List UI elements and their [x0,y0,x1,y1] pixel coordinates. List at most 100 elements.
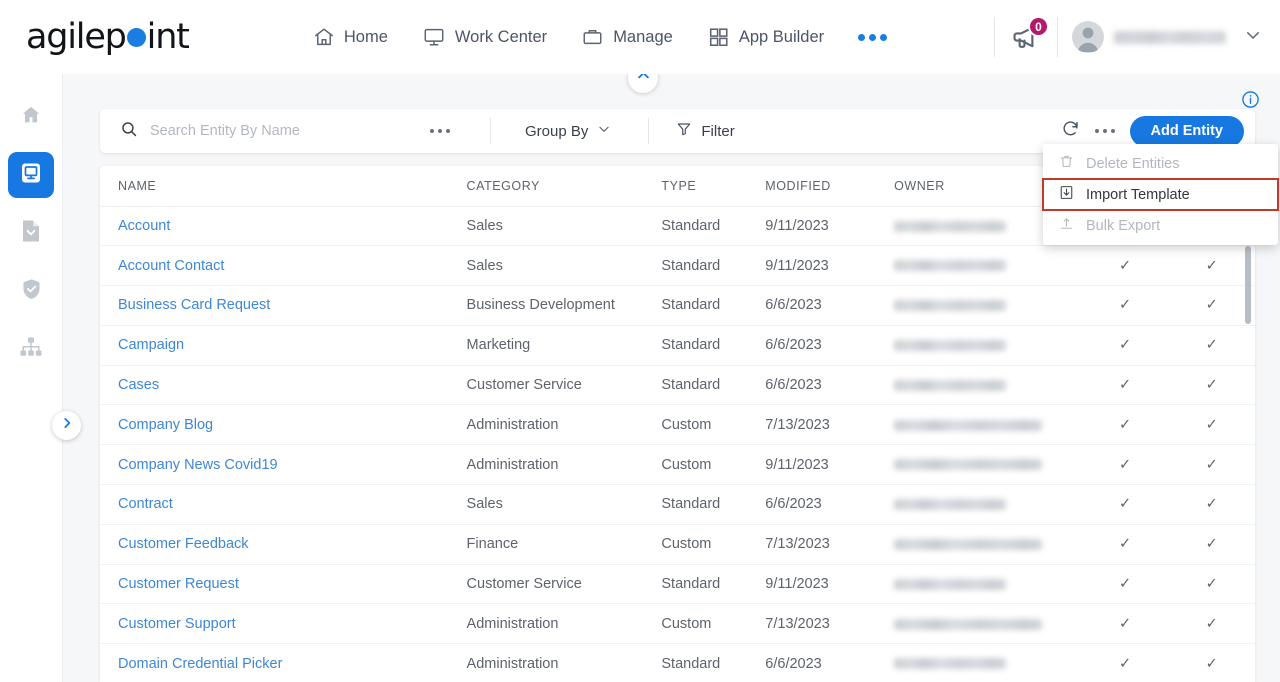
rail-item-org-chart[interactable] [8,326,54,372]
table-row[interactable]: Domain Credential Picker Administration St… [100,643,1255,682]
check-icon: ✓ [1118,297,1132,314]
cell-category: Administration [448,643,644,682]
table-row[interactable]: Company Blog Administration Custom 7/13/202… [100,404,1255,446]
table-row[interactable]: Company News Covid19 Administration Custom… [100,444,1255,486]
cell-type: Standard [643,206,748,247]
cell-flag-2: ✓ [1168,484,1255,525]
notifications-button[interactable]: 0 [1009,16,1049,54]
entity-link[interactable]: Contract [118,496,173,512]
column-header-modified[interactable]: MODIFIED [747,166,877,207]
cell-flag-2: ✓ [1168,325,1255,366]
rail-expand-button[interactable] [52,411,81,440]
group-by-button[interactable]: Group By [525,122,611,140]
check-icon: ✓ [1118,377,1132,394]
menu-label-import-template: Import Template [1086,186,1190,203]
rail-item-home[interactable] [8,94,54,140]
search-box[interactable] [100,120,430,143]
table-scrollbar[interactable] [1245,246,1251,324]
entity-link[interactable]: Customer Request [118,576,239,592]
table-row[interactable]: Cases Customer Service Standard 6/6/2023 ✓ ✓ [100,365,1255,406]
logo-dot-icon [126,28,146,47]
entity-link[interactable]: Domain Credential Picker [118,656,282,672]
nav-item-manage[interactable]: Manage [581,26,673,48]
entity-link[interactable]: Company Blog [118,417,213,433]
cell-name: Company News Covid19 [100,444,449,486]
cell-owner [876,603,1082,645]
menu-item-delete-entities[interactable]: Delete Entities [1043,148,1278,179]
table-row[interactable]: Business Card Request Business Developmen… [100,285,1255,326]
rail-item-forms[interactable] [8,210,54,256]
entity-link[interactable]: Customer Support [118,616,236,632]
table-row[interactable]: Customer Request Customer Service Standard… [100,564,1255,605]
entity-link[interactable]: Campaign [118,337,184,353]
filter-button[interactable]: Filter [676,121,735,141]
rail-item-work-center[interactable] [8,152,54,198]
table-row[interactable]: Account Contact Sales Standard 9/11/2023 ✓ ✓ [100,245,1255,287]
menu-label-delete-entities: Delete Entities [1086,155,1180,172]
column-header-name[interactable]: NAME [100,166,449,207]
entity-link[interactable]: Account Contact [118,258,224,274]
entity-link[interactable]: Account [118,218,170,234]
filter-icon [676,121,692,141]
dot-icon [858,33,866,41]
nav-item-home[interactable]: Home [313,26,388,48]
primary-nav: Home Work Center Manage App Builder [220,26,980,48]
cell-modified: 9/11/2023 [747,444,877,486]
more-actions-button[interactable] [1088,114,1122,148]
cell-type: Standard [643,643,748,682]
cell-flag-1: ✓ [1081,325,1169,366]
toolbar-actions: Add Entity [1054,114,1256,148]
column-header-type[interactable]: TYPE [643,166,748,207]
cell-owner [876,325,1082,366]
cell-category: Administration [448,603,644,645]
trash-icon [1059,154,1074,173]
divider [490,118,491,144]
rail-item-security[interactable] [8,268,54,314]
entity-link[interactable]: Cases [118,377,159,393]
cell-modified: 7/13/2023 [747,603,877,645]
table-row[interactable]: Customer Support Administration Custom 7/13… [100,603,1255,645]
menu-item-bulk-export[interactable]: Bulk Export [1043,210,1278,241]
search-input[interactable] [150,123,410,139]
logo-text-second: int [146,17,190,57]
user-menu-chevron-down-icon[interactable] [1244,26,1262,49]
logo-text-first: agilep [26,17,127,57]
nav-item-app-builder[interactable]: App Builder [707,26,824,48]
top-bar: agilep int Home Work Center Manage App B… [0,0,1280,74]
cell-flag-2: ✓ [1168,404,1255,446]
entity-link[interactable]: Company News Covid19 [118,457,278,473]
group-by-label: Group By [525,122,589,140]
column-header-category[interactable]: CATEGORY [448,166,644,207]
check-icon: ✓ [1205,456,1218,473]
announcement-icon [1009,26,1043,58]
home-icon [20,104,42,131]
menu-item-import-template[interactable]: Import Template [1042,178,1279,211]
search-more-button[interactable] [430,129,450,133]
entity-link[interactable]: Customer Feedback [118,536,249,552]
cell-name: Company Blog [100,404,449,446]
table-row[interactable]: Campaign Marketing Standard 6/6/2023 ✓ ✓ [100,325,1255,366]
entity-link[interactable]: Business Card Request [118,297,270,313]
nav-item-work-center[interactable]: Work Center [422,26,547,48]
export-icon [1059,216,1074,235]
nav-label-home: Home [343,27,388,46]
owner-name [894,220,1007,232]
avatar[interactable] [1072,21,1104,53]
cell-flag-2: ✓ [1168,643,1255,682]
page-body: Group By Filter Add Entity [63,63,1280,682]
document-icon [20,219,42,248]
check-icon: ✓ [1205,536,1218,553]
shield-check-icon [20,277,43,306]
check-icon: ✓ [1118,337,1132,354]
table-row[interactable]: Customer Feedback Finance Custom 7/13/2023 ✓… [100,524,1255,565]
nav-more-button[interactable] [858,33,888,41]
cell-modified: 6/6/2023 [747,365,877,406]
cell-category: Administration [448,444,644,486]
cell-flag-1: ✓ [1081,285,1169,326]
add-entity-button[interactable]: Add Entity [1129,115,1244,147]
cell-flag-1: ✓ [1081,404,1169,446]
monitor-icon [18,160,44,191]
table-row[interactable]: Contract Sales Standard 6/6/2023 ✓ ✓ [100,484,1255,525]
refresh-button[interactable] [1054,114,1088,148]
owner-name [894,300,1007,312]
